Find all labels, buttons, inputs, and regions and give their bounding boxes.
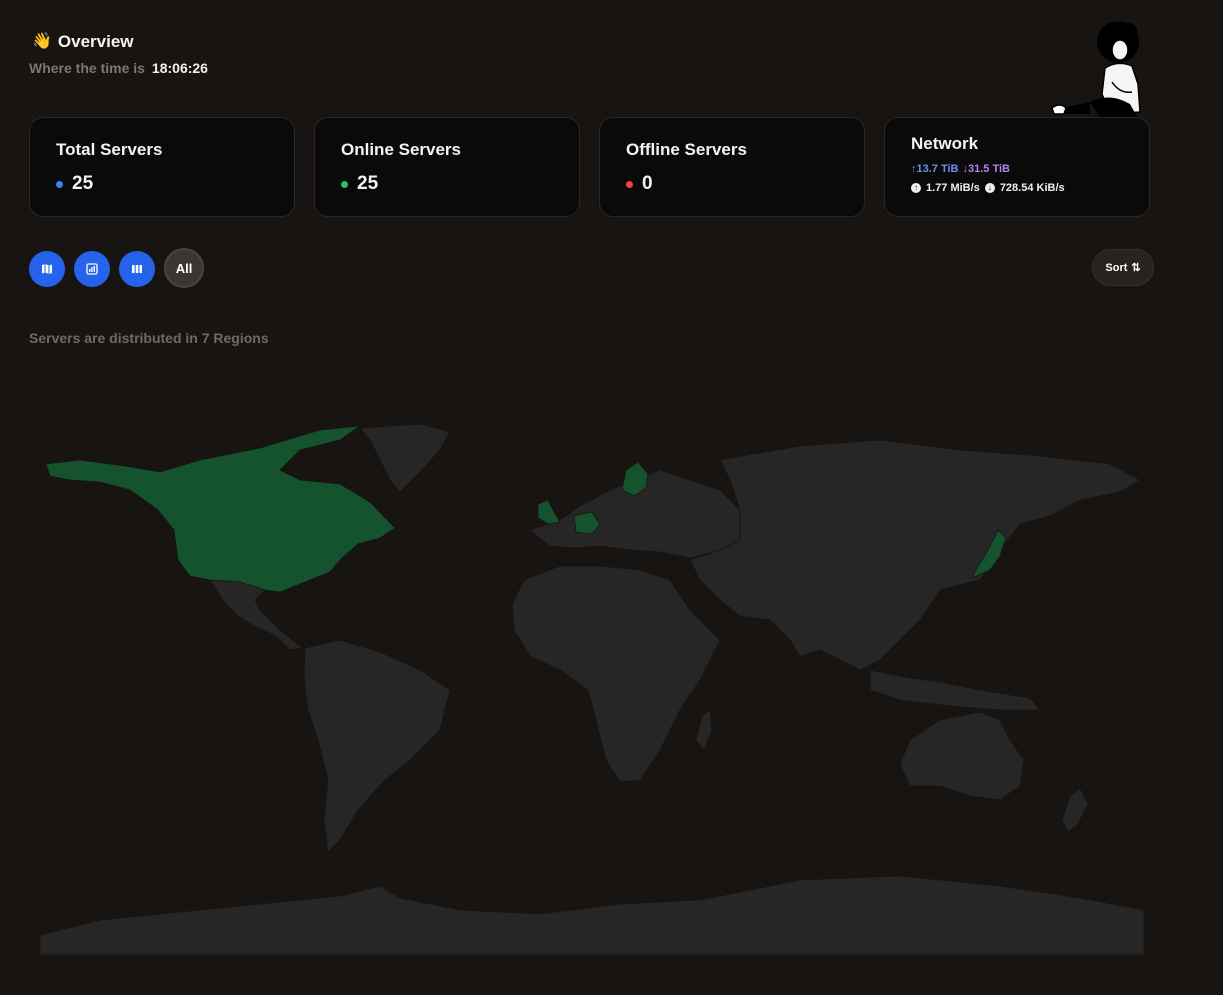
map-region-africa	[511, 565, 721, 783]
map-region-madagascar	[695, 709, 713, 751]
card-title: Total Servers	[56, 140, 163, 159]
download-arrow-icon: ↓	[984, 183, 995, 193]
upload-total: ↑13.7 TiB	[911, 163, 959, 175]
map-region-south-america	[303, 639, 451, 853]
world-map	[40, 423, 1144, 955]
offline-servers-card[interactable]: Offline Servers 0	[599, 117, 865, 217]
network-card: Network ↑13.7 TiB ↓31.5 TiB ↑ 1.77 MiB/s…	[884, 117, 1150, 217]
map-icon	[42, 263, 52, 274]
columns-icon	[132, 264, 142, 273]
total-servers-card[interactable]: Total Servers 25	[29, 117, 295, 217]
map-region-southeast-asia-islands	[869, 669, 1041, 711]
page-title: Overview	[57, 32, 134, 51]
bar-chart-icon	[86, 262, 98, 275]
time-label: Where the time is	[29, 60, 145, 76]
map-region-antarctica	[40, 875, 1144, 955]
regions-summary: Servers are distributed in 7 Regions	[29, 330, 269, 346]
download-speed: 728.54 KiB/s	[999, 182, 1065, 194]
offline-servers-value: 0	[642, 173, 653, 194]
grid-view-button[interactable]	[119, 250, 155, 287]
online-servers-value: 25	[357, 173, 379, 194]
network-title: Network	[911, 134, 979, 153]
card-title: Online Servers	[341, 140, 462, 159]
blue-status-dot	[56, 180, 63, 188]
all-filter-button[interactable]: All	[164, 248, 204, 288]
title-row: 👋 Overview	[32, 32, 208, 52]
online-servers-card[interactable]: Online Servers 25	[314, 117, 580, 217]
total-servers-value: 25	[72, 173, 94, 194]
waving-hand-icon: 👋	[32, 33, 52, 50]
chart-view-button[interactable]	[74, 250, 110, 287]
current-time: 18:06:26	[151, 60, 208, 76]
overview-header: 👋 Overview Where the time is 18:06:26	[29, 32, 208, 76]
green-status-dot	[341, 180, 348, 188]
map-region-new-zealand	[1061, 787, 1089, 833]
map-region-uk	[537, 499, 561, 525]
summary-cards: Total Servers 25 Online Servers 25 Offli…	[29, 117, 1150, 217]
map-region-north-america	[45, 425, 396, 593]
sort-button[interactable]: Sort ⇅	[1092, 249, 1154, 286]
sort-arrows-icon: ⇅	[1131, 262, 1141, 274]
map-region-greenland	[359, 423, 451, 493]
red-status-dot	[626, 180, 633, 188]
download-total: ↓31.5 TiB	[962, 163, 1011, 175]
time-row: Where the time is 18:06:26	[29, 60, 208, 76]
map-view-button[interactable]	[29, 250, 65, 287]
upload-arrow-icon: ↑	[911, 183, 921, 193]
map-region-australia	[899, 711, 1025, 801]
map-region-asia	[689, 439, 1141, 671]
upload-speed: 1.77 MiB/s	[926, 182, 980, 194]
sort-label: Sort	[1105, 261, 1128, 274]
map-region-mexico	[209, 579, 303, 651]
card-title: Offline Servers	[626, 140, 747, 159]
view-toolbar: All	[29, 248, 204, 288]
